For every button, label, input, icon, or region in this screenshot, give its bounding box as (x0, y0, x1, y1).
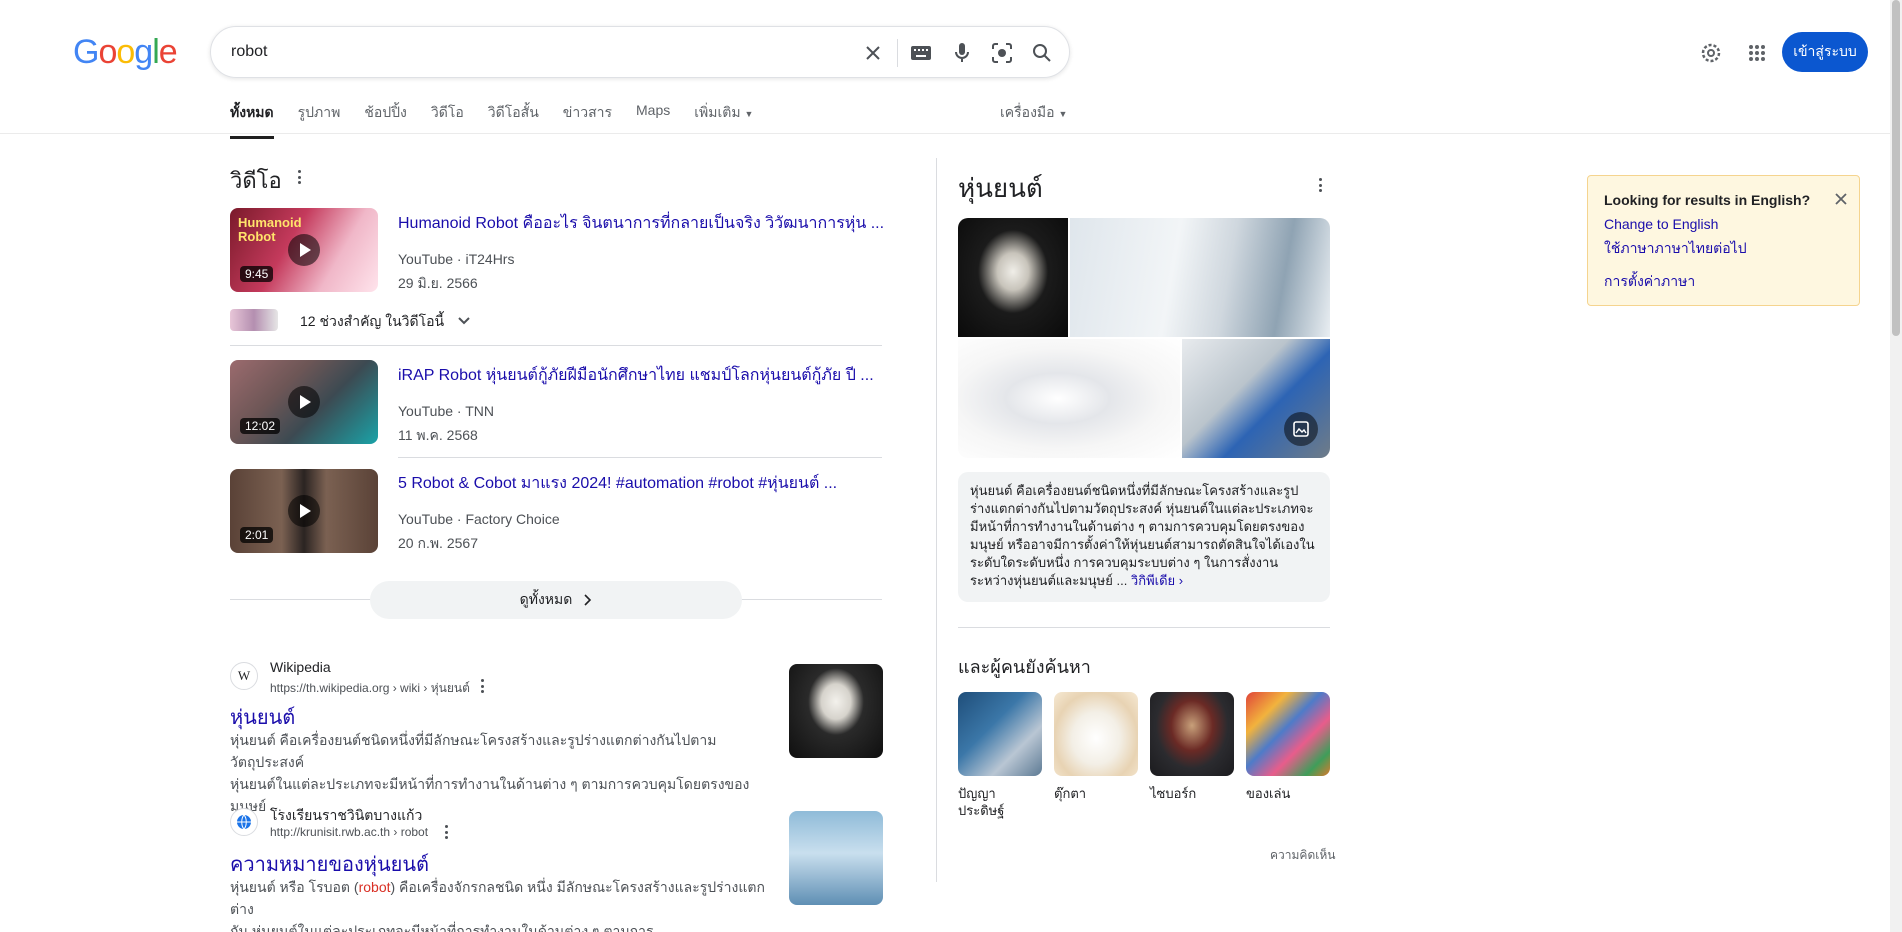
key-moments-thumbnail[interactable] (230, 309, 278, 331)
tools-button[interactable]: เครื่องมือ ▼ (1000, 102, 1067, 124)
column-divider (936, 158, 937, 882)
video-duration: 9:45 (240, 266, 274, 282)
video-source: YouTube · iT24Hrs (398, 251, 515, 267)
snippet-part: หุ่นยนต์ หรือ โรบอต ( (230, 879, 359, 895)
play-icon (288, 234, 320, 266)
wikipedia-link[interactable]: วิกิพีเดีย › (1131, 573, 1183, 588)
video-date: 29 มิ.ย. 2566 (398, 275, 478, 291)
more-options-icon[interactable] (1313, 176, 1327, 194)
tabs-divider (0, 133, 1890, 134)
video-duration: 12:02 (240, 418, 281, 434)
keep-thai-link[interactable]: ใช้ภาษาภาษาไทยต่อไป (1604, 238, 1747, 260)
lens-icon[interactable] (990, 41, 1014, 65)
snippet-line: หุ่นยนต์ คือเครื่องยนต์ชนิดหนึ่งที่มีลัก… (230, 732, 717, 770)
chevron-right-icon (584, 594, 592, 606)
expand-chevron-icon[interactable] (456, 312, 472, 333)
also-search-image[interactable] (1150, 692, 1234, 776)
divider (230, 345, 882, 346)
more-options-icon[interactable] (439, 823, 453, 841)
people-also-search-title: และผู้คนยังค้นหา (958, 657, 1091, 677)
settings-gear-icon[interactable] (1698, 40, 1724, 66)
result-url[interactable]: https://th.wikipedia.org › wiki › หุ่นยน… (270, 679, 470, 698)
see-all-videos-button[interactable]: ดูทั้งหมด (370, 581, 742, 619)
kp-image[interactable] (958, 218, 1068, 337)
result-snippet: หุ่นยนต์ คือเครื่องยนต์ชนิดหนึ่งที่มีลัก… (230, 729, 770, 817)
apps-grid-icon[interactable] (1744, 40, 1770, 66)
key-moments-label[interactable]: 12 ช่วงสำคัญ ในวิดีโอนี้ (300, 311, 444, 333)
also-search-image[interactable] (1054, 692, 1138, 776)
change-to-english-link[interactable]: Change to English (1604, 216, 1718, 232)
knowledge-panel-description: หุ่นยนต์ คือเครื่องยนต์ชนิดหนึ่งที่มีลัก… (958, 472, 1330, 602)
image-gallery-icon[interactable] (1284, 412, 1318, 446)
video-source: YouTube · TNN (398, 403, 494, 419)
divider (398, 457, 882, 458)
language-settings-link[interactable]: การตั้งค่าภาษา (1604, 271, 1695, 293)
google-logo[interactable]: Google (73, 33, 178, 72)
also-search-label[interactable]: ไซบอร์ก (1150, 785, 1196, 802)
also-search-label[interactable]: ของเล่น (1246, 785, 1290, 802)
video-title-link[interactable]: 5 Robot & Cobot มาแรง 2024! #automation … (398, 471, 837, 496)
kp-image[interactable] (1070, 218, 1330, 337)
also-search-label[interactable]: ปัญญาประดิษฐ์ (958, 785, 1042, 819)
tab-more-label: เพิ่มเติม (694, 104, 741, 120)
divider (958, 627, 1330, 628)
keyboard-icon[interactable] (909, 41, 933, 65)
video-title-link[interactable]: Humanoid Robot คืออะไร จินตนาการที่กลายเ… (398, 211, 884, 236)
video-thumbnail[interactable]: 12:02 (230, 360, 378, 444)
more-options-icon[interactable] (475, 677, 489, 695)
more-options-icon[interactable] (292, 168, 306, 186)
knowledge-panel-images[interactable] (958, 218, 1330, 458)
tools-label: เครื่องมือ (1000, 104, 1055, 120)
microphone-icon[interactable] (950, 41, 974, 65)
close-icon[interactable] (1834, 192, 1848, 211)
caret-down-icon: ▼ (1058, 109, 1068, 119)
search-input[interactable]: robot (231, 43, 267, 61)
video-thumbnail[interactable]: Humanoid Robot 9:45 (230, 208, 378, 292)
snippet-line: กัน หุ่นยนต์ในแต่ละประเภทจะมีหน้าที่การท… (230, 923, 670, 932)
snippet-highlight: robot (358, 879, 391, 895)
video-date: 11 พ.ค. 2568 (398, 427, 478, 443)
language-suggestion-heading: Looking for results in English? (1604, 192, 1811, 208)
play-icon (288, 386, 320, 418)
result-site-name[interactable]: Wikipedia (270, 659, 331, 675)
search-divider (897, 39, 898, 67)
video-source: YouTube · Factory Choice (398, 511, 560, 527)
search-icon[interactable] (1030, 41, 1054, 65)
language-suggestion-box: Looking for results in English? Change t… (1587, 175, 1860, 306)
kp-image[interactable] (958, 339, 1180, 458)
video-duration: 2:01 (240, 527, 274, 543)
result-url[interactable]: http://krunisit.rwb.ac.th › robot (270, 825, 428, 839)
also-search-label[interactable]: ตุ๊กตา (1054, 785, 1086, 802)
signin-button[interactable]: เข้าสู่ระบบ (1782, 32, 1868, 72)
scrollbar-thumb[interactable] (1892, 0, 1900, 336)
also-search-image[interactable] (1246, 692, 1330, 776)
video-title-link[interactable]: iRAP Robot หุ่นยนต์กู้ภัยฝีมือนักศึกษาไท… (398, 363, 874, 388)
feedback-link[interactable]: ความคิดเห็น (1270, 846, 1335, 865)
videos-section-title: วิดีโอ (230, 168, 282, 193)
knowledge-panel-title: หุ่นยนต์ (958, 173, 1043, 203)
see-all-label: ดูทั้งหมด (519, 591, 573, 607)
result-thumbnail[interactable] (789, 664, 883, 758)
play-icon (288, 495, 320, 527)
video-thumbnail[interactable]: 2:01 (230, 469, 378, 553)
result-site-name[interactable]: โรงเรียนราชวินิตบางแก้ว (270, 805, 422, 827)
snippet-line: หุ่นยนต์ หรือ โรบอต (robot) คือเครื่องจั… (230, 876, 770, 920)
also-search-image[interactable] (958, 692, 1042, 776)
globe-icon (230, 808, 258, 836)
search-box[interactable]: robot (210, 26, 1070, 78)
wikipedia-favicon: W (230, 662, 258, 690)
result-thumbnail[interactable] (789, 811, 883, 905)
result-snippet: หุ่นยนต์ หรือ โรบอต (robot) คือเครื่องจั… (230, 876, 770, 932)
caret-down-icon: ▼ (744, 109, 754, 119)
video-date: 20 ก.พ. 2567 (398, 535, 478, 551)
clear-icon[interactable] (861, 41, 885, 65)
